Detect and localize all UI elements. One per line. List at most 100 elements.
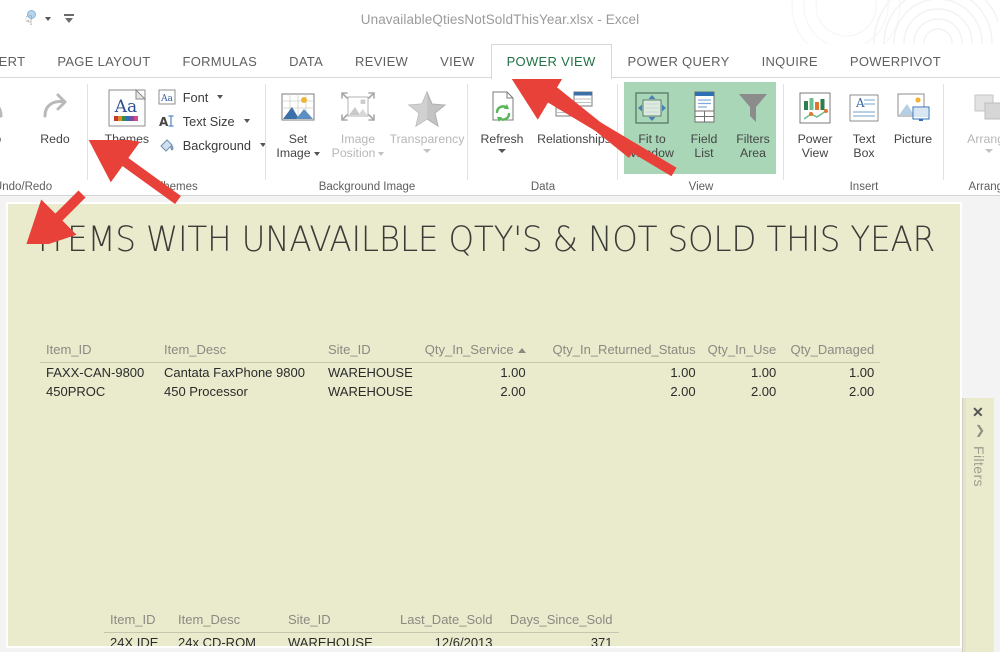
- ribbon-group-view: Fit to Window Field List Filters Area Vi…: [618, 78, 784, 196]
- refresh-icon: [483, 86, 521, 130]
- group-label-arrange: Arrange: [968, 181, 1000, 193]
- text-box-icon: A: [845, 86, 883, 130]
- background-icon: [158, 136, 176, 154]
- excel-power-view-window: ☟ UnavailableQtiesNotSoldThisYear.xlsx -…: [0, 0, 1000, 652]
- set-image-icon: [278, 86, 318, 130]
- ribbon-tab-strip: NSERT PAGE LAYOUT FORMULAS DATA REVIEW V…: [0, 44, 1000, 79]
- power-view-sheet[interactable]: ITEMS WITH UNAVAILBLE QTY'S & NOT SOLD T…: [6, 202, 962, 648]
- cell-site-id: WAREHOUSE: [328, 365, 413, 380]
- col-item-id[interactable]: Item_ID: [40, 340, 158, 363]
- group-label-themes: Themes: [156, 181, 198, 193]
- redo-icon: [35, 86, 75, 130]
- chevron-down-icon: [313, 151, 320, 156]
- filters-area-line2: Area: [740, 146, 766, 160]
- power-view-line2: View: [801, 146, 829, 160]
- field-list-line1: Field: [690, 132, 718, 146]
- chevron-right-icon[interactable]: ❯: [975, 424, 985, 436]
- themes-label: Themes: [104, 132, 150, 146]
- background-button[interactable]: Background: [158, 136, 266, 154]
- transparency-label: Transparency: [389, 132, 465, 146]
- set-image-button[interactable]: Set Image: [269, 82, 327, 160]
- redo-button[interactable]: Redo: [23, 82, 87, 146]
- cell-qty-in-service: 2.00: [500, 384, 526, 399]
- arrange-button[interactable]: Arrange: [958, 82, 1000, 153]
- col2-days-since-sold[interactable]: Days_Since_Sold: [498, 610, 619, 633]
- ribbon-group-themes: Aa Themes Aa Font A Text Size Background…: [88, 78, 266, 196]
- col2-last-date-sold[interactable]: Last_Date_Sold: [394, 610, 499, 633]
- text-size-button[interactable]: A Text Size: [158, 112, 266, 130]
- power-view-insert-button[interactable]: Power View: [788, 82, 842, 160]
- power-view-icon: [796, 86, 834, 130]
- text-box-button[interactable]: A Text Box: [842, 82, 886, 160]
- cell-qty-damaged: 2.00: [848, 384, 875, 399]
- tab-review[interactable]: REVIEW: [339, 44, 424, 78]
- table-row[interactable]: 24X IDE 24x CD-ROM WAREHOUSE 12/6/2013 3…: [104, 632, 619, 646]
- transparency-star-icon: [406, 86, 448, 130]
- refresh-button[interactable]: Refresh: [471, 82, 533, 153]
- col-site-id[interactable]: Site_ID: [322, 340, 419, 363]
- set-image-line2: Image: [276, 146, 311, 160]
- tab-power-query[interactable]: POWER QUERY: [612, 44, 746, 78]
- tab-page-layout[interactable]: PAGE LAYOUT: [41, 44, 166, 78]
- col-qty-in-service[interactable]: Qty_In_Service: [418, 340, 532, 363]
- transparency-button[interactable]: Transparency: [389, 82, 465, 153]
- svg-text:A: A: [855, 96, 865, 110]
- text-size-label: Text Size: [182, 113, 235, 129]
- report-table-not-sold-this-year[interactable]: Item_ID Item_Desc Site_ID Last_Date_Sold…: [104, 610, 619, 646]
- refresh-label: Refresh: [480, 132, 524, 146]
- relationships-label: Relationships: [537, 132, 611, 146]
- tab-inquire[interactable]: INQUIRE: [746, 44, 834, 78]
- close-icon[interactable]: ✕: [972, 405, 984, 419]
- tab-insert[interactable]: NSERT: [0, 44, 41, 78]
- font-button[interactable]: Aa Font: [158, 88, 266, 106]
- themes-button[interactable]: Aa Themes: [96, 82, 158, 153]
- window-title: UnavailableQtiesNotSoldThisYear.xlsx - E…: [360, 12, 640, 27]
- group-label-background-image: Background Image: [318, 181, 416, 193]
- chevron-down-icon: [378, 151, 385, 156]
- relationships-button[interactable]: Relationships: [533, 82, 615, 146]
- cell-item-desc: Cantata FaxPhone 9800: [164, 365, 305, 380]
- col2-site-id[interactable]: Site_ID: [282, 610, 394, 633]
- fit-to-window-line2: Window: [630, 146, 674, 160]
- tab-power-view[interactable]: POWER VIEW: [490, 44, 612, 79]
- report-table-unavailable-qtys[interactable]: Item_ID Item_Desc Site_ID Qty_In_Service…: [40, 340, 881, 401]
- col-qty-in-returned-status[interactable]: Qty_In_Returned_Status: [531, 340, 702, 363]
- col-qty-in-service-label: Qty_In_Service: [424, 342, 514, 357]
- chevron-down-icon: [423, 149, 431, 153]
- cell-qty-in-returned-status: 2.00: [670, 384, 696, 399]
- chevron-down-icon: [985, 149, 993, 153]
- image-position-button[interactable]: Image Position: [327, 82, 389, 160]
- set-image-label: Set Image: [276, 132, 320, 160]
- ribbon-group-background-image: Set Image Image Position Transparency Ba…: [266, 78, 468, 196]
- filters-pane-label: Filters: [971, 446, 987, 487]
- filters-area-button[interactable]: Filters Area: [728, 82, 778, 160]
- themes-small-buttons: Aa Font A Text Size Background: [158, 82, 266, 154]
- tab-data[interactable]: DATA: [273, 44, 339, 78]
- table-header-row: Item_ID Item_Desc Site_ID Qty_In_Service…: [40, 340, 881, 363]
- font-label: Font: [182, 89, 209, 105]
- set-image-line1: Set: [288, 132, 308, 146]
- table-row[interactable]: FAXX-CAN-9800 Cantata FaxPhone 9800 WARE…: [40, 363, 880, 383]
- filters-pane-rail: [963, 398, 966, 652]
- text-box-line2: Box: [853, 146, 875, 160]
- undo-button[interactable]: ndo: [0, 82, 23, 146]
- col-qty-damaged[interactable]: Qty_Damaged: [782, 340, 881, 363]
- tab-view[interactable]: VIEW: [424, 44, 490, 78]
- tab-formulas[interactable]: FORMULAS: [166, 44, 273, 78]
- fit-to-window-button[interactable]: Fit to Window: [624, 82, 680, 160]
- field-list-button[interactable]: Field List: [680, 82, 728, 160]
- table-header-row: Item_ID Item_Desc Site_ID Last_Date_Sold…: [104, 610, 619, 633]
- ribbon-group-insert: Power View A Text Box Picture Insert: [784, 78, 944, 196]
- filters-pane: ✕ ❯ Filters: [962, 398, 994, 652]
- col2-item-id[interactable]: Item_ID: [104, 610, 172, 633]
- report-title: ITEMS WITH UNAVAILBLE QTY'S & NOT SOLD T…: [38, 220, 936, 260]
- table-row[interactable]: 450PROC 450 Processor WAREHOUSE 2.00 2.0…: [40, 382, 880, 401]
- col-qty-in-use[interactable]: Qty_In_Use: [701, 340, 783, 363]
- picture-button[interactable]: Picture: [886, 82, 940, 146]
- image-position-label: Image Position: [332, 132, 385, 160]
- picture-icon: [894, 86, 932, 130]
- col2-item-desc[interactable]: Item_Desc: [172, 610, 282, 633]
- col-item-desc[interactable]: Item_Desc: [158, 340, 322, 363]
- filters-area-line1: Filters: [736, 132, 770, 146]
- tab-powerpivot[interactable]: POWERPIVOT: [834, 44, 957, 78]
